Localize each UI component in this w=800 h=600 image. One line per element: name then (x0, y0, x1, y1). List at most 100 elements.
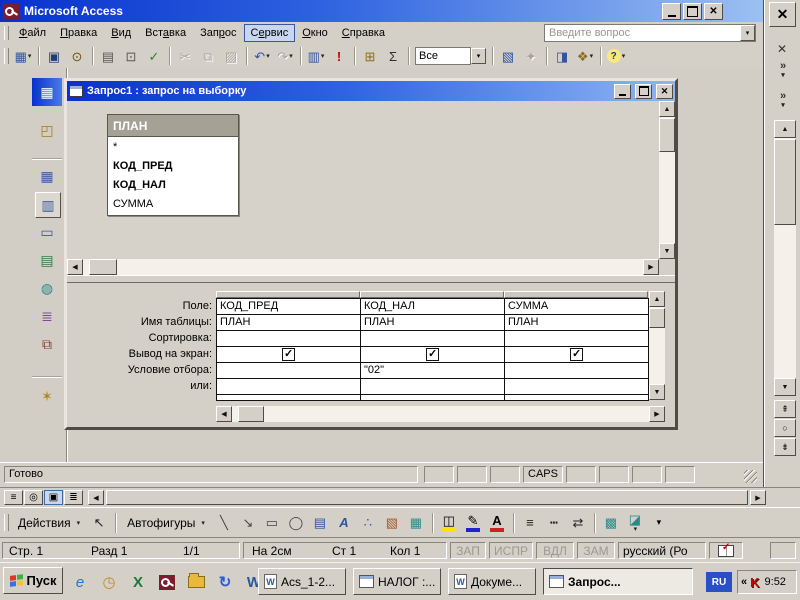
start-button[interactable]: Пуск (3, 567, 63, 594)
print-button[interactable]: ▤ (97, 45, 119, 67)
show-table-button[interactable]: ⊞ (359, 45, 381, 67)
resize-grip[interactable] (744, 470, 757, 483)
query-close-icon[interactable]: ✕ (656, 83, 673, 99)
scroll-left-icon[interactable]: ◀ (216, 406, 232, 422)
track-changes-indicator[interactable]: ИСПР (489, 542, 533, 559)
menu-item-insert[interactable]: Вставка (138, 24, 193, 42)
grid-hscrollbar[interactable]: ◀ ▶ (216, 406, 665, 422)
print-preview-button[interactable]: ⊡ (120, 45, 142, 67)
macro-record-indicator[interactable]: ЗАП (450, 542, 486, 559)
grid-cell-field[interactable]: СУММА (505, 299, 649, 315)
scrollbar-thumb[interactable] (106, 490, 748, 505)
document-close-icon[interactable]: ✕ (777, 42, 787, 56)
wordart-button[interactable]: A (333, 512, 355, 534)
scroll-right-icon[interactable]: ▶ (649, 406, 665, 422)
properties-button[interactable]: ▧ (497, 45, 519, 67)
toolbar-overflow-chevron[interactable]: » ▾ (774, 91, 792, 110)
menu-item-edit[interactable]: Правка (53, 24, 104, 42)
toolbar-overflow-chevron[interactable]: » ▾ (774, 61, 792, 80)
queries-icon[interactable]: ▥ (35, 192, 61, 218)
toolbar-options[interactable]: ▾ (648, 512, 670, 534)
ask-a-question-input[interactable]: Введите вопрос ▾ (544, 24, 756, 42)
browse-next-button[interactable]: ⇟ (774, 438, 796, 456)
file-search-button[interactable]: ⊙ (66, 45, 88, 67)
reports-icon[interactable]: ▤ (35, 248, 59, 272)
extend-selection-indicator[interactable]: ВДЛ (536, 542, 574, 559)
scroll-down-icon[interactable]: ▼ (659, 243, 675, 259)
grid-cell-empty[interactable] (505, 395, 649, 401)
pane-splitter[interactable] (67, 275, 675, 283)
pages-icon[interactable]: ◍ (35, 276, 59, 300)
chevron-down-icon[interactable]: ▾ (289, 52, 293, 60)
antivirus-icon[interactable]: K (750, 575, 759, 590)
tray-collapse-icon[interactable]: « (741, 576, 747, 588)
table-pane-hscrollbar[interactable]: ◀ ▶ (67, 259, 675, 275)
chevron-down-icon[interactable]: ▾ (471, 48, 486, 64)
actions-menu[interactable]: Действия ▾ (12, 514, 86, 532)
clip-art-button[interactable]: ▧ (381, 512, 403, 534)
show-checkbox[interactable] (282, 347, 295, 362)
grid-vscrollbar[interactable]: ▲ ▼ (649, 291, 665, 400)
column-selector[interactable] (504, 291, 648, 298)
query-minimize-button[interactable] (614, 83, 631, 99)
scrollbar-thumb[interactable] (649, 308, 665, 328)
task-button-1[interactable]: W Acs_1-2... (258, 568, 346, 595)
maximize-button[interactable] (683, 2, 702, 20)
word-vertical-scrollbar[interactable]: ▲ ▼ (774, 120, 796, 396)
chevron-down-icon[interactable]: ▾ (266, 52, 270, 60)
grid-cell-criteria[interactable]: "02" (361, 363, 505, 379)
field-item[interactable]: СУММА (108, 195, 238, 214)
normal-view-button[interactable]: ≡ (4, 490, 23, 505)
scroll-up-icon[interactable]: ▲ (649, 291, 665, 307)
field-list-caption[interactable]: ПЛАН (108, 115, 238, 137)
show-checkbox[interactable] (570, 347, 583, 362)
grid-cell-show[interactable] (361, 347, 505, 363)
save-button[interactable]: ▣ (43, 45, 65, 67)
folder-icon[interactable] (184, 570, 208, 594)
view-button[interactable]: ▦ ▾ (12, 45, 34, 67)
table-pane-vscrollbar[interactable]: ▲ ▼ (659, 101, 675, 259)
run-button[interactable]: ! (328, 45, 350, 67)
favorites-icon[interactable]: ✶ (35, 384, 59, 408)
scroll-left-icon[interactable]: ◀ (67, 259, 83, 275)
web-layout-button[interactable]: ◎ (24, 490, 43, 505)
rectangle-button[interactable]: ▭ (261, 512, 283, 534)
field-item[interactable]: КОД_ПРЕД (108, 157, 238, 176)
totals-button[interactable]: Σ (382, 45, 404, 67)
refresh-icon[interactable]: ↻ (213, 570, 237, 594)
top-values-combo[interactable]: Все ▾ (415, 47, 486, 65)
shadow-style-button[interactable]: ▩ (600, 512, 622, 534)
spelling-status-panel[interactable] (709, 542, 743, 559)
grid-cell-empty[interactable] (361, 395, 505, 401)
menu-item-query[interactable]: Запрос (193, 24, 243, 42)
grid-cell-or[interactable] (361, 379, 505, 395)
menu-item-window[interactable]: Окно (295, 24, 335, 42)
outlook-icon[interactable]: ◷ (97, 570, 121, 594)
select-browse-object-button[interactable]: ○ (774, 419, 796, 437)
font-color-button[interactable]: А (486, 512, 508, 534)
grid-cell-field[interactable]: КОД_ПРЕД (217, 299, 361, 315)
scrollbar-thumb[interactable] (659, 118, 675, 152)
grid-cell-or[interactable] (217, 379, 361, 395)
select-objects-button[interactable]: ↖ (88, 512, 110, 534)
scroll-down-icon[interactable]: ▼ (649, 384, 665, 400)
column-selector[interactable] (216, 291, 360, 298)
tables-icon[interactable]: ▦ (35, 164, 59, 188)
scroll-right-icon[interactable]: ▶ (643, 259, 659, 275)
menu-item-help[interactable]: Справка (335, 24, 392, 42)
line-button[interactable]: ╲ (213, 512, 235, 534)
autoshapes-menu[interactable]: Автофигуры ▾ (121, 514, 211, 532)
macros-icon[interactable]: ≣ (35, 304, 59, 328)
line-style-button[interactable]: ≡ (519, 512, 541, 534)
scroll-up-icon[interactable]: ▲ (774, 120, 796, 138)
hscrollbar-track[interactable] (106, 490, 748, 505)
grid-cell-table[interactable]: ПЛАН (505, 315, 649, 331)
word-close-icon[interactable]: ✕ (769, 2, 796, 27)
excel-icon[interactable]: X (126, 570, 150, 594)
scroll-down-icon[interactable]: ▼ (774, 378, 796, 396)
field-item[interactable]: * (108, 138, 238, 157)
arrow-style-button[interactable]: ⇄ (567, 512, 589, 534)
new-object-button[interactable]: ❖ ▾ (574, 45, 596, 67)
undo-button[interactable]: ↶ ▾ (251, 45, 273, 67)
grid-cell-show[interactable] (217, 347, 361, 363)
